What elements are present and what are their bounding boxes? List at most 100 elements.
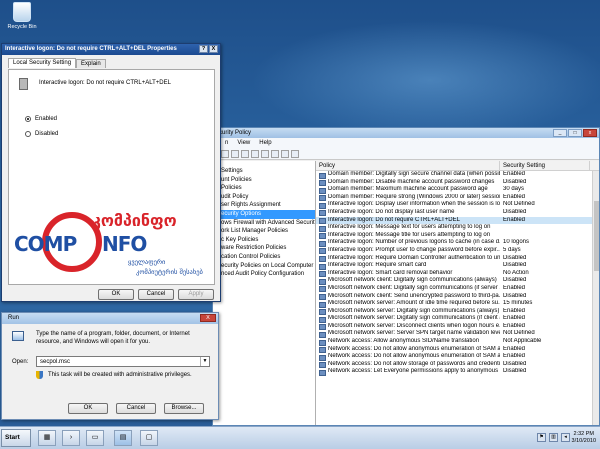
start-button[interactable]: Start xyxy=(1,429,31,447)
maximize-button[interactable]: □ xyxy=(568,129,582,137)
properties-icon[interactable] xyxy=(261,150,269,158)
volume-icon[interactable]: ◂ xyxy=(561,433,570,442)
policy-row[interactable]: Domain member: Require strong (Windows 2… xyxy=(316,194,599,202)
server-manager-icon[interactable]: ▦ xyxy=(38,430,56,446)
tab-explain[interactable]: Explain xyxy=(76,59,106,68)
menu-view[interactable]: View xyxy=(237,140,250,148)
policy-row[interactable]: Network access: Let Everyone permissions… xyxy=(316,368,599,376)
tree-item[interactable]: Settings xyxy=(213,167,315,176)
policy-row[interactable]: Network access: Do not allow anonymous e… xyxy=(316,346,599,354)
policy-row[interactable]: Microsoft network server: Disconnect cli… xyxy=(316,323,599,331)
policy-name-cell: Microsoft network server: Digitally sign… xyxy=(316,315,500,323)
radio-enabled[interactable]: Enabled xyxy=(25,116,57,122)
policy-row[interactable]: Domain member: Maximum machine account p… xyxy=(316,186,599,194)
policy-setting-cell: Enabled xyxy=(503,353,526,360)
back-icon[interactable] xyxy=(221,150,229,158)
tree-item[interactable]: nced Audit Policy Configuration xyxy=(213,270,315,279)
security-policy-task-icon[interactable]: ▤ xyxy=(114,430,132,446)
policy-row[interactable]: Microsoft network server: Digitally sign… xyxy=(316,308,599,316)
export-icon[interactable] xyxy=(271,150,279,158)
policy-setting-cell: Enabled xyxy=(503,216,526,223)
policy-row[interactable]: Interactive logon: Message title for use… xyxy=(316,232,599,240)
policy-setting-cell: Disabled xyxy=(503,262,527,269)
delete-icon[interactable] xyxy=(251,150,259,158)
run-task-icon[interactable]: ▢ xyxy=(140,430,158,446)
run-ok-button[interactable]: OK xyxy=(68,403,108,414)
run-cancel-button[interactable]: Cancel xyxy=(116,403,156,414)
policy-row[interactable]: Network access: Do not allow storage of … xyxy=(316,361,599,369)
column-security-setting[interactable]: Security Setting xyxy=(500,161,590,170)
policy-setting-cell: Disabled xyxy=(503,360,527,367)
explorer-icon[interactable]: ▭ xyxy=(86,430,104,446)
powershell-icon[interactable]: › xyxy=(62,430,80,446)
open-input[interactable]: secpol.msc ▼ xyxy=(36,356,210,367)
radio-enabled-dot[interactable] xyxy=(25,116,31,122)
recycle-bin[interactable]: Recycle Bin xyxy=(4,2,40,30)
scrollbar-thumb[interactable] xyxy=(594,201,599,271)
tree-item[interactable]: ecurity Policies on Local Computer xyxy=(213,262,315,271)
run-close-button[interactable]: X xyxy=(200,314,216,322)
open-input-value[interactable]: secpol.msc xyxy=(40,359,70,365)
tree-item[interactable]: ecurity Options xyxy=(213,209,315,219)
policy-row[interactable]: Interactive logon: Smart card removal be… xyxy=(316,270,599,278)
close-button[interactable]: x xyxy=(583,129,597,137)
policy-row[interactable]: Interactive logon: Display user informat… xyxy=(316,201,599,209)
policy-row[interactable]: Network access: Do not allow anonymous e… xyxy=(316,353,599,361)
policy-row[interactable]: Interactive logon: Do not display last u… xyxy=(316,209,599,217)
policy-row[interactable]: Interactive logon: Do not require CTRL+A… xyxy=(316,216,599,225)
radio-disabled-dot[interactable] xyxy=(25,131,31,137)
tree-item[interactable]: ork List Manager Policies xyxy=(213,227,315,236)
policy-name-cell: Interactive logon: Require smart card xyxy=(316,262,500,270)
policy-row[interactable]: Microsoft network server: Amount of idle… xyxy=(316,300,599,308)
policy-row[interactable]: Microsoft network client: Digitally sign… xyxy=(316,277,599,285)
policy-row[interactable]: Domain member: Digitally sign secure cha… xyxy=(316,171,599,179)
apply-button[interactable]: Apply xyxy=(178,289,214,300)
clock[interactable]: 2:32 PM 3/10/2010 xyxy=(572,431,596,445)
menu-action[interactable]: n xyxy=(225,140,228,148)
menu-help[interactable]: Help xyxy=(259,140,271,148)
forward-icon[interactable] xyxy=(231,150,239,158)
tab-local-security-setting[interactable]: Local Security Setting xyxy=(8,58,77,68)
policy-row[interactable]: Interactive logon: Message text for user… xyxy=(316,224,599,232)
ok-button[interactable]: OK xyxy=(98,289,134,300)
close-button[interactable]: X xyxy=(209,45,218,53)
chevron-down-icon[interactable]: ▼ xyxy=(200,357,209,366)
tree-item[interactable]: ser Rights Assignment xyxy=(213,201,315,210)
browse-button[interactable]: Browse... xyxy=(164,403,204,414)
up-icon[interactable] xyxy=(241,150,249,158)
tree-item[interactable]: unt Policies xyxy=(213,176,315,185)
tree-item[interactable]: Policies xyxy=(213,184,315,193)
minimize-button[interactable]: _ xyxy=(553,129,567,137)
policy-setting-cell: Not Applicable xyxy=(503,338,542,345)
column-policy[interactable]: Policy xyxy=(316,161,500,170)
tree-item[interactable]: cation Control Policies xyxy=(213,253,315,262)
policy-row[interactable]: Interactive logon: Require Domain Contro… xyxy=(316,255,599,263)
policy-row[interactable]: Network access: Allow anonymous SID/Name… xyxy=(316,338,599,346)
policy-name-cell: Microsoft network server: Disconnect cli… xyxy=(316,323,500,331)
policy-row[interactable]: Interactive logon: Number of previous lo… xyxy=(316,239,599,247)
mmc-menubar: n View Help xyxy=(213,138,599,148)
radio-disabled[interactable]: Disabled xyxy=(25,131,58,137)
tree-item[interactable]: udit Policy xyxy=(213,193,315,202)
tree-item[interactable]: c Key Policies xyxy=(213,236,315,245)
flag-icon[interactable]: ⚑ xyxy=(537,433,546,442)
network-icon[interactable]: ▥ xyxy=(549,433,558,442)
show-hide-tree-icon[interactable] xyxy=(291,150,299,158)
policy-row[interactable]: Domain member: Disable machine account p… xyxy=(316,179,599,187)
cancel-button[interactable]: Cancel xyxy=(138,289,174,300)
policy-row[interactable]: Microsoft network client: Digitally sign… xyxy=(316,285,599,293)
recycle-bin-icon[interactable] xyxy=(13,2,31,22)
policy-name-cell: Microsoft network client: Digitally sign… xyxy=(316,277,500,285)
policy-row[interactable]: Microsoft network server: Digitally sign… xyxy=(316,315,599,323)
policy-row[interactable]: Interactive logon: Require smart card Dis… xyxy=(316,262,599,270)
policy-name-cell: Network access: Do not allow storage of … xyxy=(316,361,500,369)
policy-row[interactable]: Microsoft network server: Server SPN tar… xyxy=(316,330,599,338)
help-icon[interactable] xyxy=(281,150,289,158)
tree-item[interactable]: ows Firewall with Advanced Security xyxy=(213,219,315,228)
policy-row[interactable]: Interactive logon: Prompt user to change… xyxy=(316,247,599,255)
tree-item[interactable]: ware Restriction Policies xyxy=(213,244,315,253)
help-button[interactable]: ? xyxy=(199,45,208,53)
logo-comp-text: COMP xyxy=(14,232,77,256)
list-scrollbar[interactable] xyxy=(592,171,599,425)
policy-row[interactable]: Microsoft network client: Send unencrypt… xyxy=(316,293,599,301)
